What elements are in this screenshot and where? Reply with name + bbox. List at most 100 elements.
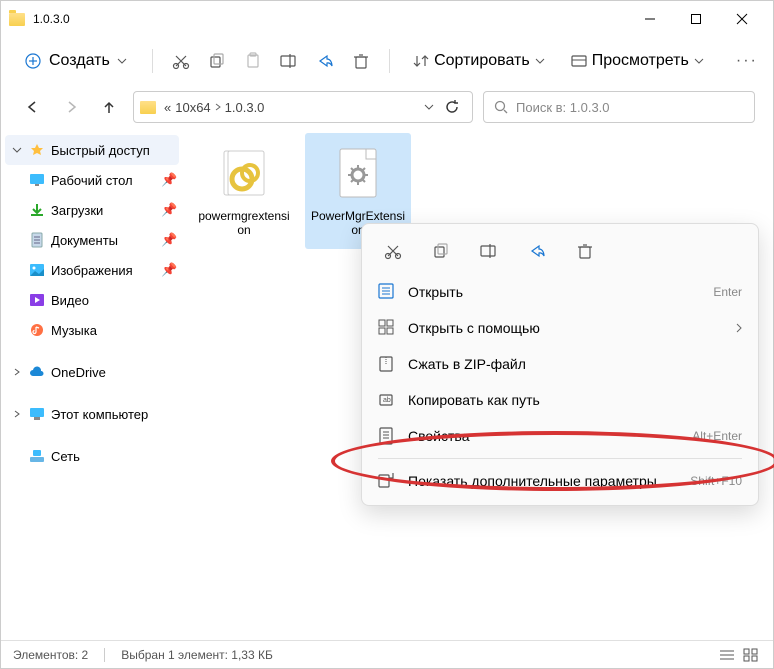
copy-button[interactable] [426, 236, 456, 266]
chevron-down-icon[interactable] [424, 103, 434, 111]
network-icon [29, 448, 45, 464]
sort-dropdown[interactable]: Сортировать [406, 46, 552, 76]
cut-button[interactable] [168, 43, 192, 79]
up-button[interactable] [95, 93, 123, 121]
toolbar: Создать Сортировать Просмотреть ··· [1, 37, 773, 85]
delete-button[interactable] [570, 236, 600, 266]
sidebar-item-video[interactable]: Видео [23, 285, 179, 315]
desktop-icon [29, 172, 45, 188]
sidebar: Быстрый доступ Рабочий стол 📌 Загрузки 📌… [1, 129, 183, 642]
details-view-button[interactable] [717, 645, 737, 665]
context-item-label: Свойства [408, 428, 680, 444]
breadcrumb-part[interactable]: 10x64 [175, 100, 210, 115]
sidebar-item-label: Музыка [51, 323, 173, 338]
pin-icon: 📌 [161, 262, 173, 278]
context-menu: Открыть Enter Открыть с помощью Сжать в … [361, 223, 759, 506]
breadcrumb-prefix: « [164, 100, 171, 115]
new-button[interactable]: Создать [15, 46, 136, 76]
navigation-bar: « 10x64 1.0.3.0 Поиск в: 1.0.3.0 [1, 85, 773, 129]
context-item-label: Копировать как путь [408, 392, 742, 408]
share-button[interactable] [313, 43, 337, 79]
cloud-icon [29, 364, 45, 380]
sidebar-item-label: Видео [51, 293, 173, 308]
sidebar-item-onedrive[interactable]: OneDrive [5, 357, 179, 387]
titlebar: 1.0.3.0 [1, 1, 773, 37]
video-icon [29, 292, 45, 308]
context-separator [378, 458, 742, 459]
star-icon [29, 142, 45, 158]
share-button[interactable] [522, 236, 552, 266]
search-icon [494, 100, 508, 114]
sidebar-item-label: Загрузки [51, 203, 155, 218]
context-open[interactable]: Открыть Enter [362, 274, 758, 310]
view-dropdown[interactable]: Просмотреть [564, 46, 711, 76]
sidebar-item-label: Сеть [51, 449, 173, 464]
toolbar-separator [152, 49, 153, 73]
monitor-icon [29, 406, 45, 422]
sidebar-item-pictures[interactable]: Изображения 📌 [23, 255, 179, 285]
breadcrumb-part[interactable]: 1.0.3.0 [225, 100, 265, 115]
minimize-button[interactable] [627, 1, 673, 37]
config-file-icon [326, 141, 390, 205]
back-button[interactable] [19, 93, 47, 121]
sidebar-item-label: Документы [51, 233, 155, 248]
chevron-down-icon [13, 146, 21, 154]
context-item-hint: Enter [713, 285, 742, 299]
more-button[interactable]: ··· [735, 43, 759, 79]
folder-icon [9, 13, 25, 26]
context-copy-path[interactable]: ab Копировать как путь [362, 382, 758, 418]
view-icon [572, 54, 586, 68]
copy-button[interactable] [205, 43, 229, 79]
context-item-label: Открыть с помощью [408, 320, 724, 336]
status-selection: Выбран 1 элемент: 1,33 КБ [121, 648, 273, 662]
context-show-more[interactable]: Показать дополнительные параметры Shift+… [362, 463, 758, 499]
chevron-right-icon [14, 368, 20, 376]
pin-icon: 📌 [161, 172, 173, 188]
show-more-icon [378, 472, 396, 490]
toolbar-separator [389, 49, 390, 73]
refresh-button[interactable] [438, 93, 466, 121]
zip-icon [378, 355, 396, 373]
sidebar-item-this-pc[interactable]: Этот компьютер [5, 399, 179, 429]
context-item-hint: Shift+F10 [690, 474, 742, 488]
rename-button[interactable] [277, 43, 301, 79]
new-button-label: Создать [49, 52, 110, 70]
context-open-with[interactable]: Открыть с помощью [362, 310, 758, 346]
file-label: powermgrextension [191, 209, 297, 238]
close-button[interactable] [719, 1, 765, 37]
window-title: 1.0.3.0 [33, 12, 627, 26]
sort-label: Сортировать [434, 52, 530, 70]
sidebar-item-network[interactable]: Сеть [5, 441, 179, 471]
file-item[interactable]: powermgrextension [191, 133, 297, 249]
context-item-label: Открыть [408, 284, 701, 300]
delete-button[interactable] [349, 43, 373, 79]
chevron-right-icon [215, 103, 221, 111]
context-properties[interactable]: Свойства Alt+Enter [362, 418, 758, 454]
icons-view-button[interactable] [741, 645, 761, 665]
sort-icon [414, 54, 428, 68]
address-bar[interactable]: « 10x64 1.0.3.0 [133, 91, 473, 123]
forward-button[interactable] [57, 93, 85, 121]
sidebar-item-label: Этот компьютер [51, 407, 173, 422]
sidebar-item-downloads[interactable]: Загрузки 📌 [23, 195, 179, 225]
document-icon [29, 232, 45, 248]
rename-button[interactable] [474, 236, 504, 266]
paste-button[interactable] [241, 43, 265, 79]
sidebar-item-desktop[interactable]: Рабочий стол 📌 [23, 165, 179, 195]
sidebar-item-label: Рабочий стол [51, 173, 155, 188]
context-item-hint: Alt+Enter [692, 429, 742, 443]
context-compress[interactable]: Сжать в ZIP-файл [362, 346, 758, 382]
dll-file-icon [212, 141, 276, 205]
status-bar: Элементов: 2 Выбран 1 элемент: 1,33 КБ [1, 640, 773, 668]
sidebar-item-label: Изображения [51, 263, 155, 278]
copy-path-icon: ab [378, 391, 396, 409]
search-box[interactable]: Поиск в: 1.0.3.0 [483, 91, 755, 123]
pin-icon: 📌 [161, 202, 173, 218]
sidebar-item-music[interactable]: Музыка [23, 315, 179, 345]
sidebar-item-label: OneDrive [51, 365, 173, 380]
maximize-button[interactable] [673, 1, 719, 37]
sidebar-item-quick-access[interactable]: Быстрый доступ [5, 135, 179, 165]
context-item-label: Показать дополнительные параметры [408, 473, 678, 489]
cut-button[interactable] [378, 236, 408, 266]
sidebar-item-documents[interactable]: Документы 📌 [23, 225, 179, 255]
